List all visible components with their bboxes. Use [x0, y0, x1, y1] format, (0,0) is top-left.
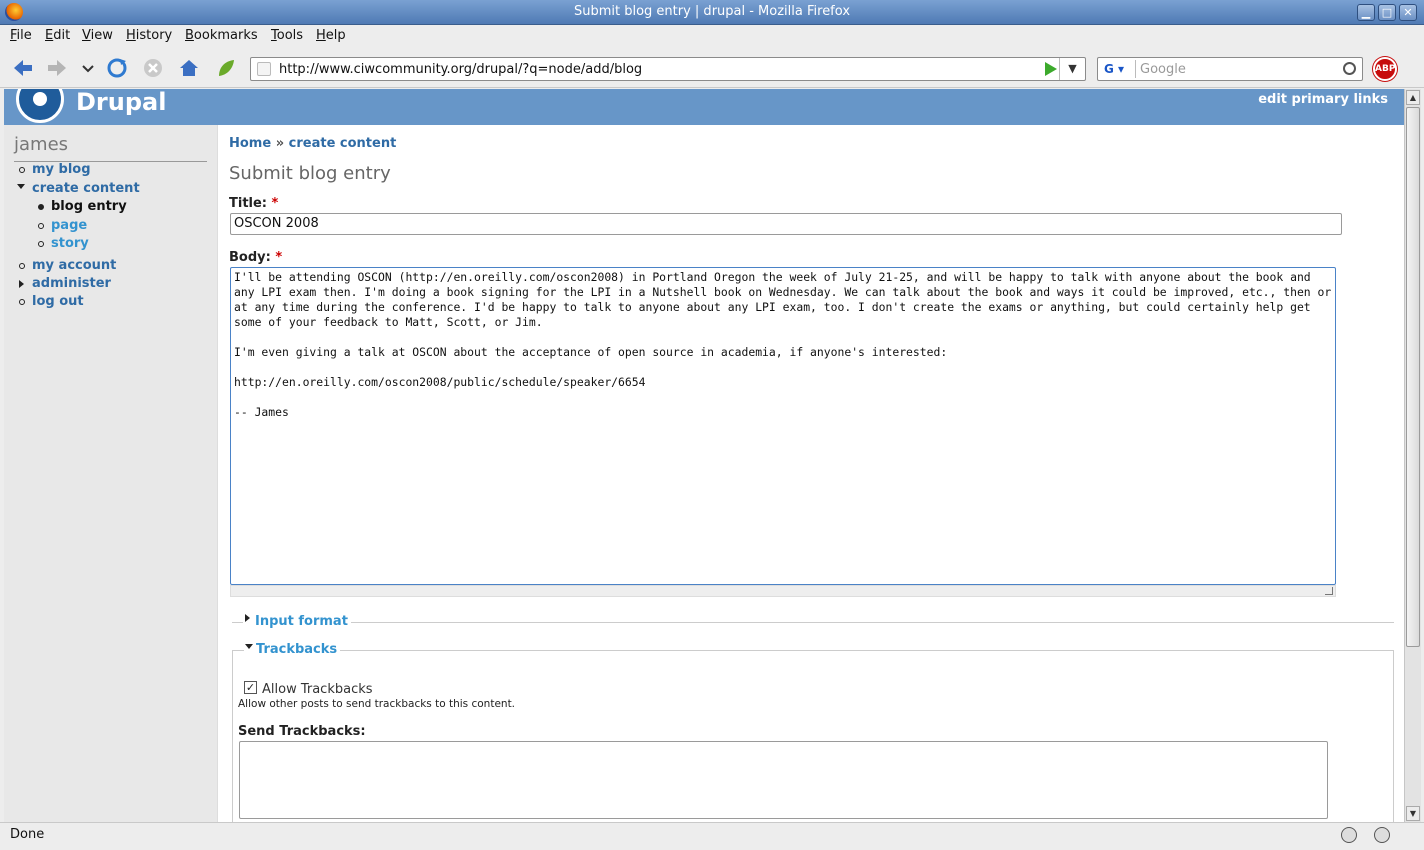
trackbacks-toggle[interactable]: Trackbacks [244, 642, 341, 657]
breadcrumb-create-content[interactable]: create content [289, 136, 397, 151]
collapsed-icon [245, 614, 250, 622]
scroll-down-icon[interactable]: ▼ [1406, 806, 1420, 821]
body-label: Body: * [229, 250, 282, 265]
menu-history[interactable]: History [126, 28, 172, 43]
search-bar[interactable]: G ▾ Google [1097, 57, 1363, 81]
menu-tools[interactable]: Tools [271, 28, 303, 43]
body-textarea[interactable]: I'll be attending OSCON (http://en.oreil… [230, 267, 1336, 585]
site-header: Drupal edit primary links [4, 89, 1404, 125]
sidebar: james my blog create content blog entry … [4, 125, 218, 822]
title-bar: Submit blog entry | drupal - Mozilla Fir… [0, 0, 1424, 25]
send-trackbacks-textarea[interactable] [239, 741, 1328, 819]
menu-view[interactable]: View [82, 28, 113, 43]
close-button[interactable]: ✕ [1399, 4, 1417, 21]
window-title: Submit blog entry | drupal - Mozilla Fir… [573, 4, 851, 19]
history-dropdown-icon[interactable] [80, 57, 96, 79]
required-marker: * [271, 196, 279, 211]
maximize-button[interactable]: □ [1378, 4, 1396, 21]
search-input[interactable]: Google [1140, 62, 1186, 77]
menu-edit[interactable]: Edit [45, 28, 70, 43]
allow-trackbacks-description: Allow other posts to send trackbacks to … [238, 698, 516, 710]
edit-primary-links-link[interactable]: edit primary links [1258, 92, 1388, 107]
sidebar-item-page[interactable]: page [51, 218, 87, 233]
drupal-logo-icon[interactable] [16, 89, 64, 123]
bug-icon[interactable] [1341, 827, 1357, 843]
url-dropdown-icon[interactable]: ▼ [1059, 58, 1085, 80]
menu-help[interactable]: Help [316, 28, 346, 43]
title-label-text: Title: [229, 196, 268, 211]
menu-bookmarks[interactable]: Bookmarks [185, 28, 258, 43]
allow-trackbacks-checkbox[interactable]: ✓ [244, 681, 257, 694]
sidebar-item-my-blog[interactable]: my blog [32, 162, 91, 177]
title-label: Title: * [229, 196, 278, 211]
scroll-up-icon[interactable]: ▲ [1406, 90, 1420, 105]
leaf-icon[interactable] [215, 57, 237, 79]
sidebar-item-administer[interactable]: administer [32, 276, 111, 291]
sidebar-username: james [14, 134, 69, 155]
browser-window: Submit blog entry | drupal - Mozilla Fir… [0, 0, 1424, 850]
search-icon[interactable] [1343, 62, 1356, 75]
required-marker: * [275, 250, 283, 265]
sidebar-item-my-account[interactable]: my account [32, 258, 116, 273]
home-icon[interactable] [178, 57, 200, 79]
site-name[interactable]: Drupal [76, 89, 166, 116]
go-arrow-icon[interactable] [1045, 62, 1057, 76]
status-text: Done [10, 827, 45, 842]
minimize-button[interactable]: ▁ [1357, 4, 1375, 21]
scrollbar-thumb[interactable] [1406, 107, 1420, 647]
breadcrumb: Home » create content [229, 136, 396, 151]
menu-bar: File Edit View History Bookmarks Tools H… [0, 25, 1424, 48]
vertical-scrollbar[interactable]: ▲ ▼ [1404, 89, 1421, 822]
reload-icon[interactable] [106, 57, 128, 79]
textarea-resize-grip[interactable] [230, 585, 1336, 597]
main-content: Home » create content Submit blog entry … [218, 125, 1404, 822]
bullet-icon [19, 299, 25, 305]
bullet-icon [19, 167, 25, 173]
google-icon: G [1104, 62, 1114, 76]
web-page: Drupal edit primary links james my blog … [4, 89, 1404, 822]
input-format-toggle[interactable]: Input format [243, 614, 351, 629]
bullet-icon [38, 241, 44, 247]
sidebar-item-log-out[interactable]: log out [32, 294, 84, 309]
sidebar-item-story[interactable]: story [51, 236, 89, 251]
bullet-icon [19, 263, 25, 269]
stop-icon[interactable] [142, 57, 164, 79]
input-format-fieldset [232, 622, 1394, 623]
expanded-icon [245, 644, 253, 649]
forward-icon[interactable] [46, 57, 68, 79]
sidebar-item-blog-entry[interactable]: blog entry [51, 199, 127, 214]
page-favicon-icon [257, 62, 271, 76]
bullet-icon [38, 204, 44, 210]
page-title: Submit blog entry [229, 163, 391, 184]
bullet-icon [38, 223, 44, 229]
breadcrumb-home[interactable]: Home [229, 136, 271, 151]
status-bar: Done [0, 822, 1424, 850]
collapsed-icon [19, 280, 24, 288]
back-icon[interactable] [12, 57, 34, 79]
allow-trackbacks-label: Allow Trackbacks [262, 682, 373, 697]
greasemonkey-icon[interactable] [1374, 827, 1390, 843]
adblock-plus-icon[interactable]: ABP [1373, 57, 1397, 81]
search-engine-selector[interactable]: G ▾ [1100, 60, 1136, 78]
breadcrumb-separator: » [275, 136, 285, 151]
url-text[interactable]: http://www.ciwcommunity.org/drupal/?q=no… [279, 62, 642, 77]
menu-file[interactable]: File [10, 28, 32, 43]
url-bar[interactable]: http://www.ciwcommunity.org/drupal/?q=no… [250, 57, 1086, 81]
sidebar-item-create-content[interactable]: create content [32, 181, 140, 196]
expanded-icon [17, 184, 25, 189]
body-label-text: Body: [229, 250, 271, 265]
send-trackbacks-label: Send Trackbacks: [238, 724, 366, 739]
title-input[interactable]: OSCON 2008 [230, 213, 1342, 235]
